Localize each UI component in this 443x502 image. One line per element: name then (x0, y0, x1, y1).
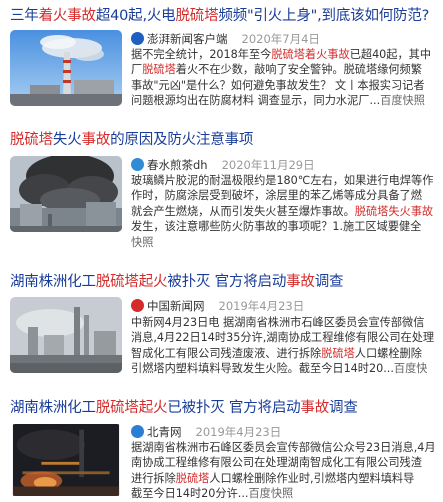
snippet-text: 消息,4月22日14时35分许,湖南协成工程维修有限公司在处理 (131, 331, 435, 345)
result-snippet: 中新网4月23日电 据湖南省株洲市石峰区委员会宣传部微信 消息,4月22日14时3… (131, 315, 443, 377)
source-icon (131, 425, 144, 438)
result-meta: 中国新闻网 2019年4月23日 (131, 298, 304, 314)
result-source[interactable]: 春水煎茶dh (147, 158, 208, 172)
title-keyword-highlight: 脱硫塔 (175, 8, 219, 24)
snippet-text: 玻璃鳞片胶泥的耐温极限约是180℃左右，如果进行电焊等作 (131, 174, 434, 187)
snippet-text: 引燃塔内塑料填料导致发生火险。截至今日14时20... (131, 362, 394, 376)
snippet-text: 事故"元凶"是什么？如何避免事故发生？ 文丨本报实习记者 (131, 78, 425, 92)
result-thumbnail[interactable] (10, 30, 122, 106)
fire-smoke-image (10, 156, 122, 232)
title-text: 调查 (314, 274, 344, 290)
source-icon (131, 299, 144, 312)
snippet-text: 进行拆除 (131, 471, 176, 485)
snippet-line: 发生，该注意哪些防火防事故的事项呢？1.施工区域要健全 (131, 219, 443, 234)
title-text: 的原因及防火注意事项 (110, 132, 254, 148)
snippet-text: 中新网4月23日电 据湖南省株洲市石峰区委员会宣传部微信 (131, 316, 425, 329)
result-source[interactable]: 澎湃新闻客户端 (147, 32, 228, 46)
source-icon (131, 32, 144, 45)
title-keyword-highlight: 脱硫塔 (10, 132, 53, 148)
result-meta: 北青网 2019年4月23日 (131, 424, 281, 440)
night-fire-image (12, 424, 120, 496)
snippet-line: 南协成工程维修有限公司在处理湖南智成化工有限公司残渣 (131, 455, 443, 470)
result-snippet: 据湖南省株洲市石峰区委员会宣传部微信公众号23日消息,4月 南协成工程维修有限公司… (131, 440, 443, 502)
title-keyword-highlight: 事故 (81, 132, 111, 148)
snippet-text: 已超40起，其中 (349, 48, 432, 61)
snippet-keyword-highlight: 脱硫塔失火事故 (354, 204, 434, 218)
cached-snapshot-link[interactable]: 快照 (131, 236, 153, 249)
title-text: 三年 (10, 8, 39, 24)
snippet-line: 进行拆除脱硫塔人口螺栓删除作业时,引燃塔内塑料填料导 (131, 471, 443, 486)
cached-snapshot-link[interactable]: 百度快 (394, 362, 428, 375)
snippet-text: 着火不在少数，敲响了安全警钟。脱硫塔缘何频繁 (175, 63, 422, 77)
snippet-text: 据不完全统计，2018年至今 (131, 48, 272, 61)
snippet-line: 事故"元凶"是什么？如何避免事故发生？ 文丨本报实习记者 (131, 78, 443, 93)
snippet-text: 作时，防腐涂层受到破坏，涂层里的苯乙烯等成分具备了燃 (131, 189, 422, 203)
result-date: 2020年11月29日 (221, 158, 315, 172)
chemical-plant-image (10, 297, 122, 373)
snippet-text: 就会产生燃烧，从而引发失火甚至爆炸事故。 (131, 204, 355, 218)
result-date: 2020年7月4日 (241, 32, 320, 46)
title-text: 湖南株洲化工 (10, 400, 96, 416)
snippet-keyword-highlight: 脱硫塔 (321, 346, 355, 360)
result-thumbnail[interactable] (10, 156, 122, 232)
title-text: 被扑灭 官方将启动 (167, 274, 287, 290)
result-title-link[interactable]: 湖南株洲化工脱硫塔起火被扑灭 官方将启动事故调查 (10, 272, 344, 292)
title-text: 湖南株洲化工 (10, 274, 96, 290)
snippet-keyword-highlight: 脱硫塔 (142, 63, 176, 77)
title-text: 频频"引火上身",到底该如何防范? (218, 8, 430, 24)
snippet-text: 智成化工有限公司残渣废液、进行拆除 (131, 346, 322, 360)
title-keyword-highlight: 脱硫塔起火 (95, 274, 168, 290)
cached-snapshot-link[interactable]: 百度快照 (380, 94, 425, 107)
power-plant-chimney-image (10, 30, 122, 106)
title-text: 失火 (52, 132, 82, 148)
snippet-line: 引燃塔内塑料填料导致发生火险。截至今日14时20...百度快 (131, 361, 443, 376)
result-snippet: 据不完全统计，2018年至今脱硫塔着火事故已超40起，其中 厂脱硫塔着火不在少数，… (131, 47, 443, 109)
snippet-text: 发生，该注意哪些防火防事故的事项呢？1.施工区域要健全 (131, 220, 422, 234)
result-source[interactable]: 中国新闻网 (147, 299, 205, 313)
title-text: 调查 (329, 400, 358, 416)
snippet-line: 据不完全统计，2018年至今脱硫塔着火事故已超40起，其中 (131, 47, 443, 62)
snippet-line: 问题根源均出在防腐材料 调查显示，同力水泥厂...百度快照 (131, 93, 443, 108)
snippet-text: 厂 (131, 63, 143, 77)
snippet-text: 南协成工程维修有限公司在处理湖南智成化工有限公司残渣 (131, 456, 422, 470)
title-text: 已被扑灭 官方将启动 (167, 400, 301, 416)
snippet-line: 消息,4月22日14时35分许,湖南协成工程维修有限公司在处理 (131, 330, 443, 345)
snippet-keyword-highlight: 脱硫塔 (175, 471, 210, 485)
result-meta: 澎湃新闻客户端 2020年7月4日 (131, 31, 320, 47)
snippet-line: 中新网4月23日电 据湖南省株洲市石峰区委员会宣传部微信 (131, 315, 443, 330)
title-keyword-highlight: 着火事故 (38, 8, 96, 24)
result-thumbnail[interactable] (10, 297, 122, 373)
snippet-line: 厂脱硫塔着火不在少数，敲响了安全警钟。脱硫塔缘何频繁 (131, 62, 443, 77)
snippet-line: 据湖南省株洲市石峰区委员会宣传部微信公众号23日消息,4月 (131, 440, 443, 455)
result-meta: 春水煎茶dh 2020年11月29日 (131, 157, 315, 173)
snippet-line: 就会产生燃烧，从而引发失火甚至爆炸事故。脱硫塔失火事故 (131, 204, 443, 219)
snippet-text: 问题根源均出在防腐材料 调查显示，同力水泥厂... (131, 94, 381, 108)
cached-snapshot-link[interactable]: 百度快照 (248, 487, 293, 500)
result-thumbnail[interactable] (10, 424, 122, 496)
result-date: 2019年4月23日 (195, 425, 282, 439)
result-title-link[interactable]: 湖南株洲化工脱硫塔起火已被扑灭 官方将启动事故调查 (10, 398, 358, 418)
snippet-text: 人口螺栓删除 (354, 346, 422, 360)
snippet-line: 快照 (131, 235, 443, 250)
result-date: 2019年4月23日 (218, 299, 305, 313)
title-keyword-highlight: 事故 (286, 274, 315, 290)
title-keyword-highlight: 脱硫塔起火 (95, 400, 168, 416)
snippet-line: 智成化工有限公司残渣废液、进行拆除脱硫塔人口螺栓删除 (131, 346, 443, 361)
snippet-line: 玻璃鳞片胶泥的耐温极限约是180℃左右，如果进行电焊等作 (131, 173, 443, 188)
title-keyword-highlight: 事故 (300, 400, 330, 416)
result-source[interactable]: 北青网 (147, 425, 182, 439)
result-title-link[interactable]: 三年着火事故超40起,火电脱硫塔频频"引火上身",到底该如何防范? (10, 6, 429, 26)
snippet-line: 作时，防腐涂层受到破坏，涂层里的苯乙烯等成分具备了燃 (131, 188, 443, 203)
snippet-text: 截至今日14时20分许... (131, 487, 249, 501)
title-text: 超40起,火电 (95, 8, 176, 24)
result-snippet: 玻璃鳞片胶泥的耐温极限约是180℃左右，如果进行电焊等作 作时，防腐涂层受到破坏，… (131, 173, 443, 250)
snippet-text: 人口螺栓删除作业时,引燃塔内塑料填料导 (209, 471, 415, 485)
snippet-keyword-highlight: 脱硫塔着火事故 (271, 48, 350, 61)
snippet-text: 据湖南省株洲市石峰区委员会宣传部微信公众号23日消息,4月 (131, 441, 436, 454)
snippet-line: 截至今日14时20分许...百度快照 (131, 486, 443, 501)
source-icon (131, 158, 144, 171)
result-title-link[interactable]: 脱硫塔失火事故的原因及防火注意事项 (10, 130, 253, 150)
